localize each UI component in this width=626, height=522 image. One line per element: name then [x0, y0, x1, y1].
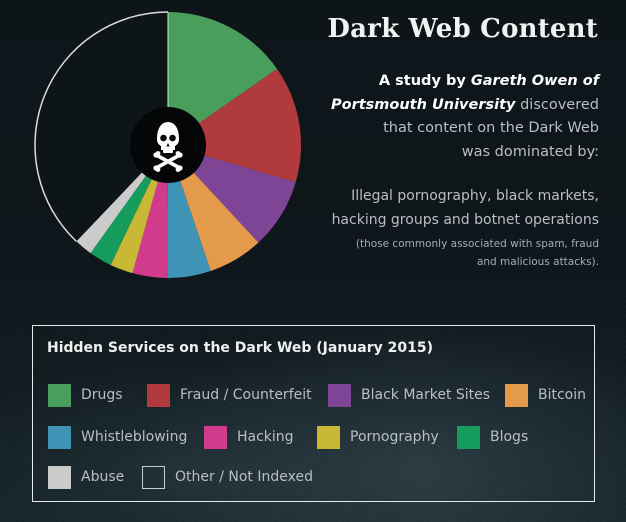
- page-title: Dark Web Content: [327, 14, 598, 44]
- summary-line-1: Illegal pornography, black markets,: [351, 188, 599, 204]
- legend-item-bitcoin: Bitcoin: [505, 383, 586, 407]
- legend-item-blogs: Blogs: [457, 425, 528, 449]
- legend-swatch: [48, 425, 71, 449]
- legend-swatch: [328, 383, 351, 407]
- legend-item-hacking: Hacking: [204, 425, 294, 449]
- legend-label: Drugs: [81, 387, 123, 403]
- note-line-1: (those commonly associated with spam, fr…: [355, 238, 599, 250]
- legend-swatch: [505, 383, 528, 407]
- legend-swatch: [204, 425, 227, 449]
- legend-label: Pornography: [350, 429, 439, 445]
- legend-swatch: [142, 465, 165, 489]
- legend: Hidden Services on the Dark Web (January…: [32, 325, 595, 502]
- note-line-2: and malicious attacks).: [476, 256, 599, 268]
- legend-item-whistleblowing: Whistleblowing: [48, 425, 187, 449]
- legend-item-fraud-counterfeit: Fraud / Counterfeit: [147, 383, 312, 407]
- legend-label: Fraud / Counterfeit: [180, 387, 312, 403]
- study-description: A study by Gareth Owen of Portsmouth Univ…: [279, 70, 599, 164]
- legend-label: Hacking: [237, 429, 294, 445]
- description-line-2: Portsmouth University discovered: [279, 94, 599, 118]
- legend-label: Other / Not Indexed: [175, 469, 313, 485]
- description-segment: Portsmouth University: [330, 96, 516, 113]
- legend-label: Abuse: [81, 469, 125, 485]
- description-line-1: A study by Gareth Owen of: [279, 70, 599, 94]
- description-segment: Gareth Owen of: [470, 73, 599, 89]
- legend-swatch: [48, 383, 71, 407]
- description-segment: that content on the Dark Web: [383, 120, 599, 136]
- legend-swatch: [317, 425, 340, 449]
- legend-item-black-market-sites: Black Market Sites: [328, 383, 490, 407]
- legend-swatch: [457, 425, 480, 449]
- legend-label: Whistleblowing: [81, 429, 188, 445]
- legend-title: Hidden Services on the Dark Web (January…: [47, 340, 433, 356]
- description-line-4: was dominated by:: [279, 141, 599, 165]
- legend-label: Bitcoin: [538, 387, 587, 403]
- description-segment: was dominated by:: [461, 143, 599, 160]
- summary-text: Illegal pornography, black markets, hack…: [269, 184, 599, 232]
- legend-swatch: [48, 465, 71, 489]
- legend-label: Black Market Sites: [361, 387, 491, 403]
- legend-item-abuse: Abuse: [48, 465, 124, 489]
- summary-note: (those commonly associated with spam, fr…: [269, 235, 599, 271]
- description-line-3: that content on the Dark Web: [279, 117, 599, 141]
- legend-item-pornography: Pornography: [317, 425, 439, 449]
- description-segment: A study by: [378, 73, 471, 89]
- legend-swatch: [147, 383, 170, 407]
- legend-item-drugs: Drugs: [48, 383, 123, 407]
- legend-label: Blogs: [490, 429, 529, 445]
- description-segment: discovered: [515, 96, 599, 113]
- summary-line-2: hacking groups and botnet operations: [331, 212, 599, 228]
- legend-item-other-not-indexed: Other / Not Indexed: [142, 465, 313, 489]
